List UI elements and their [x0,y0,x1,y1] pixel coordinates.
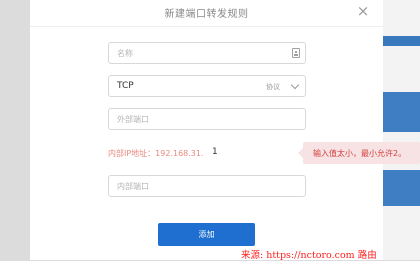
dialog-title: 新建端口转发规则 [164,9,249,20]
chevron-down-icon [290,80,300,90]
internal-ip-input[interactable]: 1 [206,145,298,161]
protocol-tag: 协议 [266,83,280,91]
validation-message: 输入值太小，最小允许2。 [313,149,407,158]
add-button[interactable]: 添加 [158,223,255,246]
background-bar [383,36,420,46]
background-bar [383,92,420,132]
background-bar [383,170,420,206]
external-port-input[interactable]: 外部端口 [108,108,306,130]
validation-tooltip: 输入值太小，最小允许2。 [298,142,420,164]
port-forward-dialog: 新建端口转发规则 × 名称 TCP 协议 外部端口 内部IP地址：192.168… [30,0,383,260]
name-input[interactable]: 名称 [108,42,306,64]
contact-card-icon [292,48,300,58]
protocol-select[interactable]: TCP 协议 [108,75,306,97]
dialog-header: 新建端口转发规则 × [30,0,383,27]
protocol-value: TCP [117,81,134,91]
tooltip-arrow [298,148,303,158]
close-icon[interactable]: × [354,2,372,20]
internal-port-placeholder: 内部端口 [117,182,149,191]
internal-port-input[interactable]: 内部端口 [108,175,306,197]
name-placeholder: 名称 [117,49,133,58]
internal-ip-label: 内部IP地址：192.168.31. [108,149,204,158]
external-port-placeholder: 外部端口 [117,115,149,124]
watermark: 来源: https://nctoro.com 路由 [241,250,377,261]
internal-ip-value: 1 [212,147,218,157]
